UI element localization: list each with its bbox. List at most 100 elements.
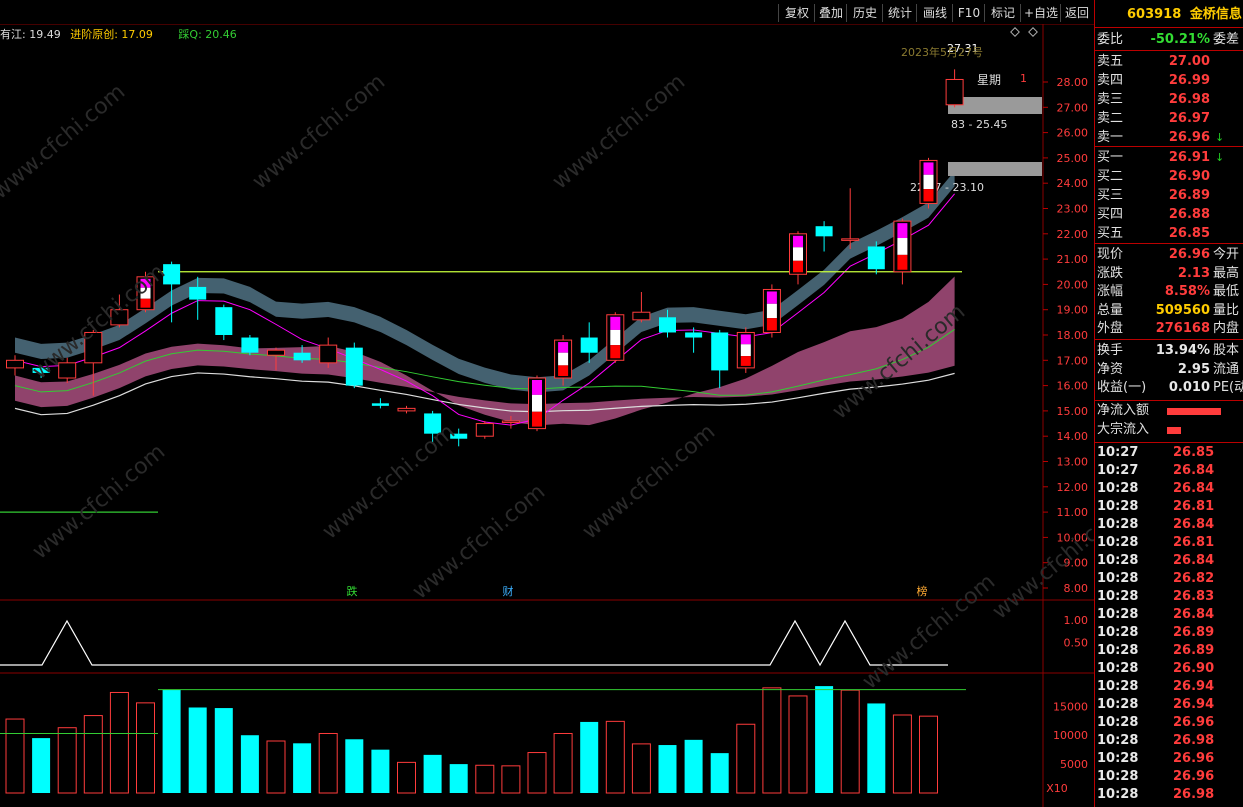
tick-row: 10:28 26.82 bbox=[1097, 571, 1215, 586]
volume-bar bbox=[631, 743, 651, 794]
stat-row: 涨跌 2.13 最高 bbox=[1097, 265, 1240, 281]
signal-bar bbox=[558, 365, 569, 377]
signal-bar bbox=[793, 235, 803, 248]
candle-body bbox=[319, 344, 338, 364]
stat-row: 涨幅 8.58% 最低 bbox=[1097, 284, 1240, 299]
volume-bar bbox=[580, 721, 599, 793]
volume-bar bbox=[919, 715, 938, 794]
kline-chart[interactable]: 8.009.0010.0011.0012.0013.0014.0015.0016… bbox=[0, 0, 1094, 807]
tick-row: 10:27 26.84 bbox=[1097, 463, 1215, 478]
diamond-icon bbox=[1028, 27, 1038, 37]
volume-bar bbox=[553, 732, 573, 794]
volume-tick-label: 10000 bbox=[1053, 729, 1088, 742]
volume-bar bbox=[736, 723, 756, 794]
candle-body bbox=[815, 226, 833, 237]
zone-upper-label: 83 - 25.45 bbox=[951, 118, 1007, 131]
volume-bar bbox=[57, 727, 77, 794]
bid-row: 买五 26.85 bbox=[1097, 226, 1210, 241]
tick-row: 10:28 26.84 bbox=[1097, 553, 1215, 568]
volume-bar bbox=[658, 745, 677, 793]
volume-bar bbox=[475, 764, 495, 794]
volume-bar bbox=[762, 687, 782, 794]
candle-body bbox=[659, 317, 676, 333]
signal-bar bbox=[766, 318, 777, 331]
volume-bar bbox=[423, 754, 442, 793]
price-tick-label: 26.00 bbox=[1057, 127, 1089, 140]
volume-bar bbox=[214, 708, 233, 793]
toolbar-back-button[interactable]: 返回 bbox=[1060, 4, 1093, 22]
tick-row: 10:28 26.94 bbox=[1097, 679, 1215, 694]
stat-row: 外盘 276168 内盘 bbox=[1097, 321, 1240, 336]
stock-code: 603918 bbox=[1127, 7, 1182, 22]
price-tick-label: 22.00 bbox=[1057, 228, 1089, 241]
volume-bar bbox=[840, 689, 860, 794]
ask-row: 卖三 26.98 bbox=[1097, 92, 1210, 107]
candle-body bbox=[267, 349, 285, 356]
signal-bar bbox=[532, 394, 542, 412]
toolbar-stats-button[interactable]: 统计 bbox=[882, 4, 917, 22]
signal-bar bbox=[558, 352, 569, 366]
tick-row: 10:28 26.90 bbox=[1097, 661, 1215, 676]
toolbar-history-button[interactable]: 历史 bbox=[846, 4, 883, 22]
tick-row: 10:28 26.98 bbox=[1097, 733, 1215, 748]
volume-bar bbox=[527, 752, 547, 794]
ask-row: 卖二 26.97 bbox=[1097, 111, 1210, 126]
candle-body bbox=[867, 246, 885, 270]
tick-row: 10:28 26.84 bbox=[1097, 517, 1215, 532]
candle-body bbox=[6, 359, 24, 369]
tick-row: 10:28 26.81 bbox=[1097, 535, 1215, 550]
toolbar-f10-button[interactable]: F10 bbox=[952, 4, 985, 22]
volume-bar bbox=[449, 764, 468, 793]
toolbar-overlay-button[interactable]: 叠加 bbox=[814, 4, 847, 22]
tick-row: 10:28 26.84 bbox=[1097, 481, 1215, 496]
flow-bar bbox=[1167, 408, 1221, 415]
tick-row: 10:27 26.85 bbox=[1097, 445, 1215, 460]
watermark-text: www.cfchi.com bbox=[28, 439, 170, 564]
volume-scale-label: X10 bbox=[1046, 782, 1068, 795]
candle-body bbox=[397, 407, 416, 412]
volume-bar bbox=[5, 718, 25, 794]
pink-ribbon bbox=[15, 276, 955, 426]
signal-bar bbox=[897, 223, 908, 239]
price-tick-label: 18.00 bbox=[1057, 329, 1089, 342]
toolbar-fuquan-button[interactable]: 复权 bbox=[778, 4, 815, 22]
candle-body bbox=[475, 423, 494, 437]
watermark-text: www.cfchi.com bbox=[248, 69, 390, 194]
volume-bar bbox=[788, 695, 808, 794]
stock-name: 金桥信息 bbox=[1189, 7, 1242, 22]
tick-row: 10:28 26.96 bbox=[1097, 751, 1215, 766]
stock-header: 603918 金桥信息 bbox=[1095, 6, 1243, 24]
toolbar-add-watchlist-button[interactable]: +自选 bbox=[1020, 4, 1061, 22]
volume-bar bbox=[892, 714, 912, 794]
candle-body bbox=[215, 307, 233, 335]
toolbar-mark-button[interactable]: 标记 bbox=[984, 4, 1021, 22]
indicator-caiq: 踩Q: 20.46 bbox=[178, 28, 237, 41]
event-marker-rank: 榜 bbox=[917, 584, 928, 598]
watermark-text: www.cfchi.com bbox=[408, 479, 550, 604]
price-tick-label: 27.00 bbox=[1057, 101, 1089, 114]
tick-row: 10:28 26.89 bbox=[1097, 643, 1215, 658]
tick-row: 10:28 26.98 bbox=[1097, 787, 1215, 802]
candle-body bbox=[371, 403, 389, 406]
diamond-icon bbox=[1010, 27, 1020, 37]
flow-bar bbox=[1167, 427, 1181, 434]
watermark-text: www.cfchi.com bbox=[548, 69, 690, 194]
candle-body bbox=[945, 78, 964, 106]
watermark-text: www.cfchi.com bbox=[578, 419, 720, 544]
volume-bar bbox=[605, 720, 625, 794]
tick-row: 10:28 26.84 bbox=[1097, 607, 1215, 622]
toolbar-drawline-button[interactable]: 画线 bbox=[916, 4, 953, 22]
volume-bar bbox=[188, 707, 207, 793]
candle-body bbox=[189, 286, 207, 300]
volume-tick-label: 5000 bbox=[1060, 758, 1088, 771]
weibi-value: -50.21% bbox=[1150, 32, 1210, 47]
signal-bar bbox=[610, 345, 621, 359]
stat-row: 现价 26.96 今开 bbox=[1097, 247, 1240, 262]
down-arrow-icon: ↓ bbox=[1215, 151, 1225, 164]
bid-row: 买一 26.91 ↓ bbox=[1097, 150, 1225, 165]
candle-body bbox=[841, 238, 860, 241]
price-tick-label: 25.00 bbox=[1057, 152, 1089, 165]
ask-row: 卖四 26.99 bbox=[1097, 73, 1210, 88]
weekday-number: 1 bbox=[1020, 72, 1027, 85]
candle-body bbox=[293, 352, 311, 361]
